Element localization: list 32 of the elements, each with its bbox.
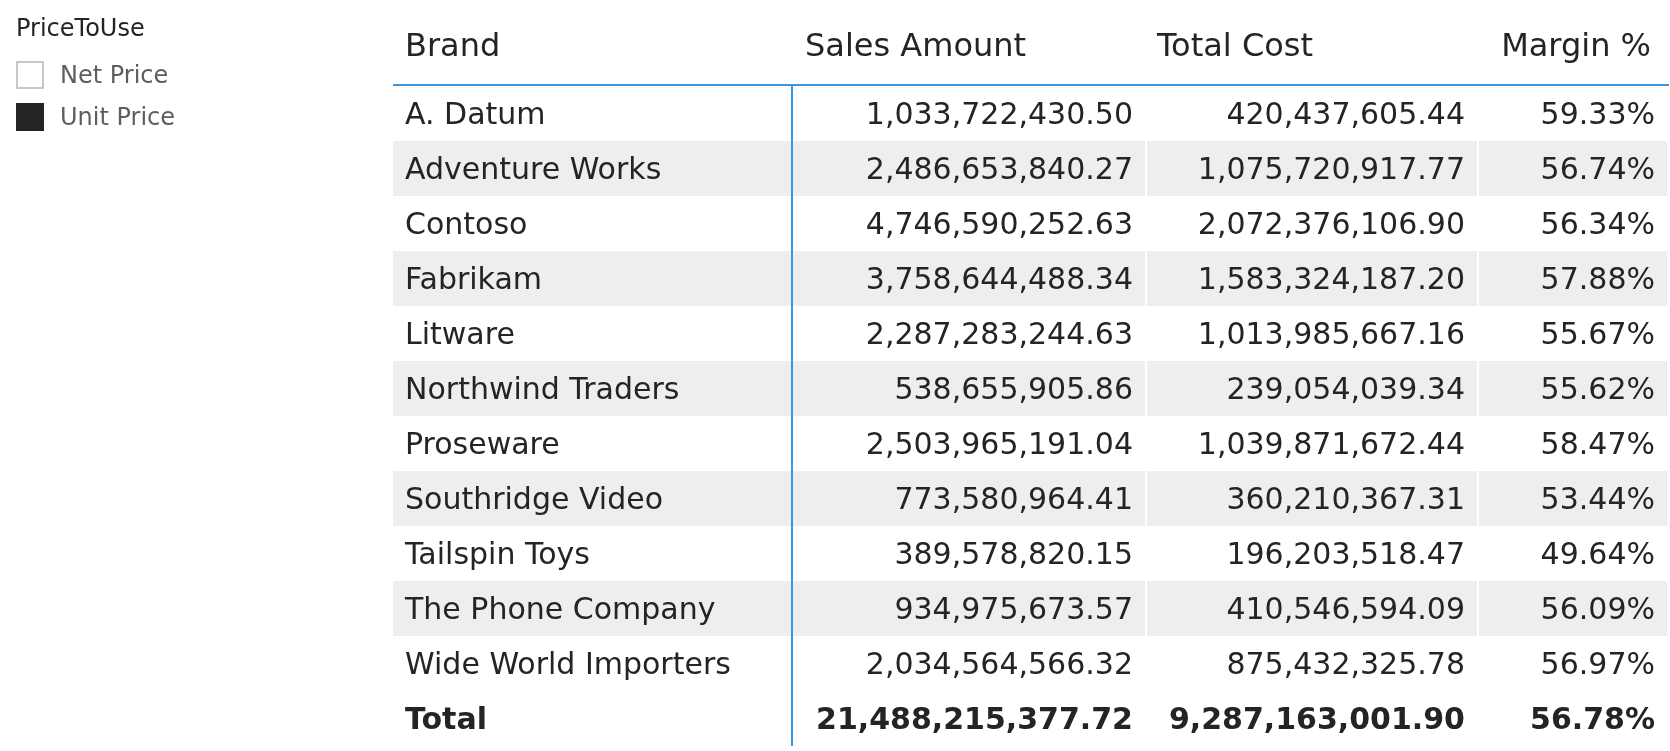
table-cell: Southridge Video xyxy=(393,471,793,526)
slicer-option[interactable]: Net Price xyxy=(16,54,393,96)
column-header[interactable]: Brand xyxy=(393,21,793,69)
table-cell: 360,210,367.31 xyxy=(1147,471,1477,526)
table-cell: Adventure Works xyxy=(393,141,793,196)
total-cell-text: 56.78% xyxy=(1529,700,1656,738)
table-cell: 239,054,039.34 xyxy=(1147,361,1477,416)
table-cell: 53.44% xyxy=(1479,471,1667,526)
table-cell: The Phone Company xyxy=(393,581,793,636)
table-cell: 57.88% xyxy=(1479,251,1667,306)
table-cell: 55.62% xyxy=(1479,361,1667,416)
slicer-option[interactable]: Unit Price xyxy=(16,96,393,138)
table-cell: 773,580,964.41 xyxy=(793,471,1145,526)
slicer-title: PriceToUse xyxy=(16,13,146,44)
table-cell: 1,075,720,917.77 xyxy=(1147,141,1477,196)
table-cell: 56.74% xyxy=(1479,141,1667,196)
total-cell-text: 9,287,163,001.90 xyxy=(1167,700,1466,738)
table-cell: 1,583,324,187.20 xyxy=(1147,251,1477,306)
table-cell: 410,546,594.09 xyxy=(1147,581,1477,636)
table-cell: 934,975,673.57 xyxy=(793,581,1145,636)
table-cell: Fabrikam xyxy=(393,251,793,306)
table-cell: 2,486,653,840.27 xyxy=(793,141,1145,196)
column-header[interactable]: Sales Amount xyxy=(793,21,1145,69)
table-cell: 56.09% xyxy=(1479,581,1667,636)
total-cell-text: 21,488,215,377.72 xyxy=(815,700,1134,738)
checkbox[interactable] xyxy=(16,103,44,131)
total-cell: Total xyxy=(393,691,793,746)
column-header[interactable]: Margin % xyxy=(1475,21,1663,69)
table-cell: 538,655,905.86 xyxy=(793,361,1145,416)
table-cell: 3,758,644,488.34 xyxy=(793,251,1145,306)
column-header[interactable]: Total Cost xyxy=(1145,21,1475,69)
table-cell: Northwind Traders xyxy=(393,361,793,416)
